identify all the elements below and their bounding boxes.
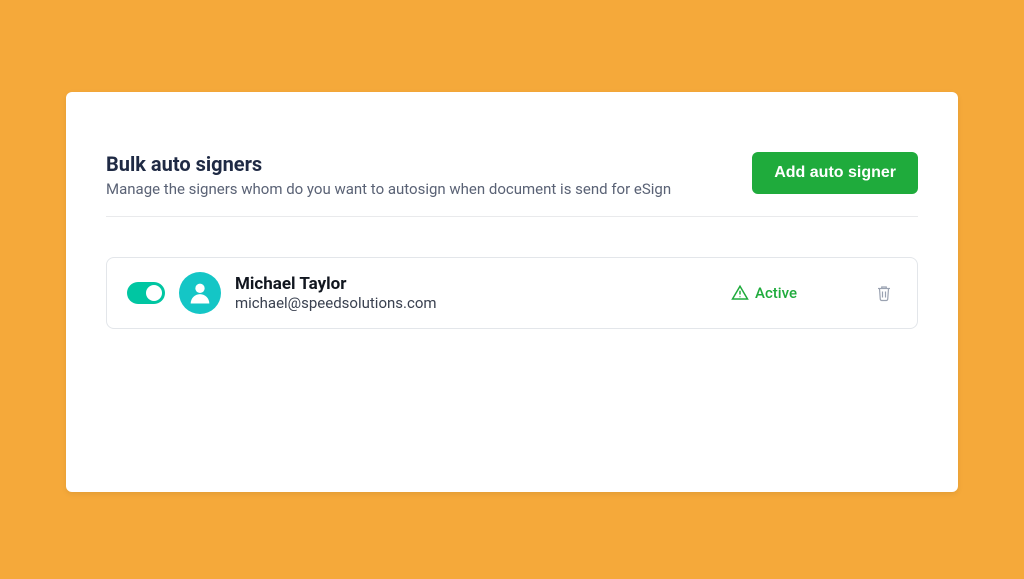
status-badge: Active	[731, 284, 797, 302]
enable-toggle[interactable]	[127, 282, 165, 304]
page-subtitle: Manage the signers whom do you want to a…	[106, 180, 732, 198]
person-icon	[186, 279, 214, 307]
avatar	[179, 272, 221, 314]
trash-icon	[875, 283, 893, 303]
signer-row: Michael Taylor michael@speedsolutions.co…	[106, 257, 918, 329]
signer-email: michael@speedsolutions.com	[235, 294, 717, 312]
status-label: Active	[755, 284, 797, 302]
header-row: Bulk auto signers Manage the signers who…	[106, 152, 918, 217]
delete-button[interactable]	[871, 279, 897, 307]
header-text: Bulk auto signers Manage the signers who…	[106, 152, 732, 198]
page-title: Bulk auto signers	[106, 152, 732, 176]
signer-name: Michael Taylor	[235, 274, 717, 294]
signer-list: Michael Taylor michael@speedsolutions.co…	[106, 257, 918, 329]
add-auto-signer-button[interactable]: Add auto signer	[752, 152, 918, 194]
alert-triangle-icon	[731, 284, 749, 302]
settings-card: Bulk auto signers Manage the signers who…	[66, 92, 958, 492]
signer-info: Michael Taylor michael@speedsolutions.co…	[235, 274, 717, 312]
